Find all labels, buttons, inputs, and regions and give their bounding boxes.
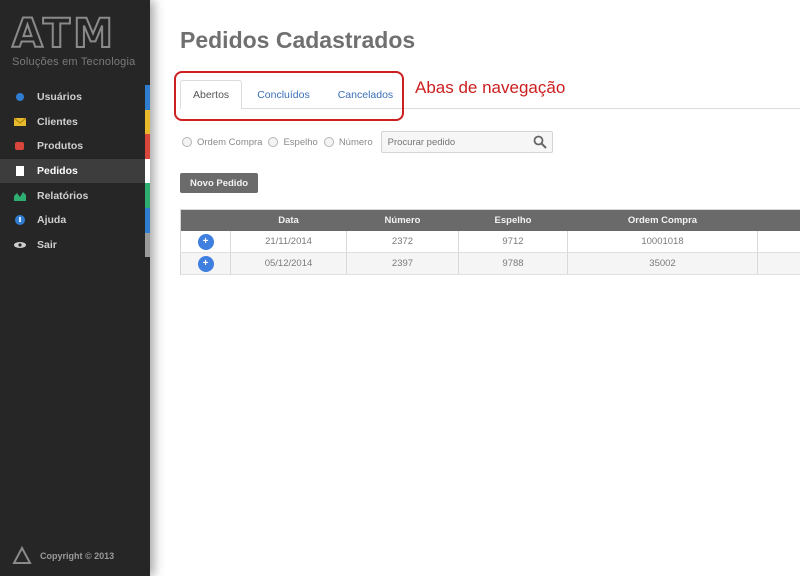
table-row[interactable]: + 05/12/2014 2397 9788 35002 [180,252,800,275]
radio-ordem-compra[interactable]: Ordem Compra [182,137,262,148]
column-header-ordem-compra[interactable]: Ordem Compra [567,209,758,231]
column-header-numero[interactable]: Número [346,209,459,231]
help-icon [15,215,25,226]
logo-text: ATM [11,11,116,57]
eye-icon [14,241,26,248]
annotation-label: Abas de navegação [415,78,566,97]
user-icon [16,93,24,102]
envelope-icon [14,117,26,126]
column-header-espelho[interactable]: Espelho [458,209,568,231]
sidebar-item-label: Sair [37,238,57,251]
sidebar-item-label: Ajuda [37,214,67,227]
copyright-text: Copyright © 2013 [40,551,115,561]
radio-circle[interactable] [268,137,279,147]
sidebar-item-label: Clientes [37,115,78,128]
sidebar-color-bar [145,207,150,233]
table-cell: 35002 [567,252,758,275]
tag-icon [15,142,24,151]
table-cell: 9712 [458,231,568,253]
radio-circle[interactable] [323,137,334,147]
table-cell: 10001018 [567,231,758,253]
document-icon [16,166,24,177]
column-header-extra [757,209,800,231]
sidebar-item-label: Relatórios [37,189,89,202]
new-order-button[interactable]: Novo Pedido [180,173,259,193]
sidebar-color-bar [145,134,150,159]
sidebar-item-label: Pedidos [37,165,78,178]
sidebar-item-pedidos[interactable]: Pedidos [0,158,150,184]
sidebar-item-sair[interactable]: Sair [0,232,150,258]
radio-label: Espelho [283,136,318,148]
logo-subtitle: Soluções em Tecnologia [12,56,136,68]
search-filters: Ordem Compra Espelho Número [182,131,553,153]
logo: ATM Soluções em Tecnologia [11,11,138,68]
table-cell [757,231,800,253]
orders-table: Data Número Espelho Ordem Compra + 21/11… [180,209,800,275]
chart-icon [14,191,26,201]
search-box [380,131,553,153]
table-header-row: Data Número Espelho Ordem Compra [180,209,800,231]
table-cell: 9788 [458,252,568,275]
expand-row-button[interactable]: + [197,233,214,250]
table-cell-action: + [180,231,231,253]
sidebar-color-bar [145,85,150,110]
table-cell-action: + [180,252,231,275]
expand-row-button[interactable]: + [197,255,214,272]
logo-mark-icon [12,546,32,564]
sidebar-item-label: Produtos [37,140,84,153]
page-title: Pedidos Cadastrados [180,27,416,53]
sidebar-menu: Usuários Clientes Produtos Pedidos Relat… [0,85,150,258]
table-cell: 2372 [346,231,459,253]
sidebar-color-bar [145,183,150,208]
table-cell: 2397 [346,252,459,275]
sidebar-item-produtos[interactable]: Produtos [0,134,150,159]
annotation-highlight-box [174,71,404,121]
sidebar-item-ajuda[interactable]: Ajuda [0,207,150,233]
radio-label: Ordem Compra [197,136,263,148]
table-cell [757,252,800,275]
column-header-data[interactable]: Data [230,209,347,231]
search-icon[interactable] [533,135,547,149]
radio-numero[interactable]: Número [323,136,373,148]
search-input[interactable] [380,131,553,153]
copyright: Copyright © 2013 [12,546,114,566]
sidebar-color-bar [145,109,150,135]
table-row[interactable]: + 21/11/2014 2372 9712 10001018 [180,231,800,253]
sidebar-item-relatorios[interactable]: Relatórios [0,183,150,208]
sidebar-color-bar [145,158,150,184]
radio-circle[interactable] [182,137,192,147]
plus-icon: + [202,257,209,269]
sidebar: ATM Soluções em Tecnologia Usuários Clie… [0,0,150,576]
column-header-actions [180,209,231,231]
sidebar-item-usuarios[interactable]: Usuários [0,85,150,110]
table-cell: 05/12/2014 [230,252,347,275]
radio-espelho[interactable]: Espelho [268,136,318,148]
radio-label: Número [338,136,373,148]
sidebar-color-bar [145,232,150,258]
sidebar-item-clientes[interactable]: Clientes [0,109,150,135]
table-cell: 21/11/2014 [230,231,347,253]
sidebar-item-label: Usuários [37,91,82,104]
plus-icon: + [202,235,209,247]
